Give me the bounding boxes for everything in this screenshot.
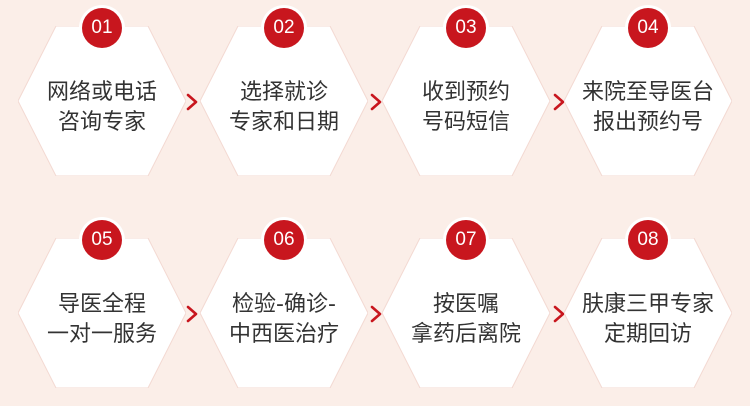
step-number-badge: 03 — [446, 8, 486, 48]
chevron-right-icon — [186, 305, 198, 323]
step-number-badge: 01 — [82, 8, 122, 48]
step-number-badge: 08 — [628, 220, 668, 260]
step-number-badge: 06 — [264, 220, 304, 260]
step-number-badge: 07 — [446, 220, 486, 260]
step-label: 按医嘱 拿药后离院 — [410, 292, 521, 347]
step-card-05: 05 导医全程 一对一服务 — [18, 218, 186, 388]
step-card-08: 08 肤康三甲专家 定期回访 — [564, 218, 732, 388]
step-card-02: 02 选择就诊 专家和日期 — [200, 6, 368, 176]
step-card-03: 03 收到预约 号码短信 — [382, 6, 550, 176]
step-card-06: 06 检验-确诊- 中西医治疗 — [200, 218, 368, 388]
step-label: 肤康三甲专家 定期回访 — [581, 292, 714, 347]
step-label: 检验-确诊- 中西医治疗 — [228, 292, 339, 347]
chevron-right-icon — [370, 93, 382, 111]
chevron-right-icon — [370, 305, 382, 323]
step-label: 导医全程 一对一服务 — [46, 292, 157, 347]
step-label: 收到预约 号码短信 — [421, 80, 510, 135]
step-card-07: 07 按医嘱 拿药后离院 — [382, 218, 550, 388]
process-steps: 01 网络或电话 咨询专家 02 选择就诊 专家和日期 03 收到预约 号码短信… — [0, 0, 750, 406]
step-card-04: 04 来院至导医台 报出预约号 — [564, 6, 732, 176]
step-label: 网络或电话 咨询专家 — [46, 80, 157, 135]
step-number-badge: 04 — [628, 8, 668, 48]
step-card-01: 01 网络或电话 咨询专家 — [18, 6, 186, 176]
chevron-right-icon — [186, 93, 198, 111]
step-label: 来院至导医台 报出预约号 — [581, 80, 714, 135]
step-number-badge: 02 — [264, 8, 304, 48]
step-label: 选择就诊 专家和日期 — [228, 80, 339, 135]
step-number-badge: 05 — [82, 220, 122, 260]
